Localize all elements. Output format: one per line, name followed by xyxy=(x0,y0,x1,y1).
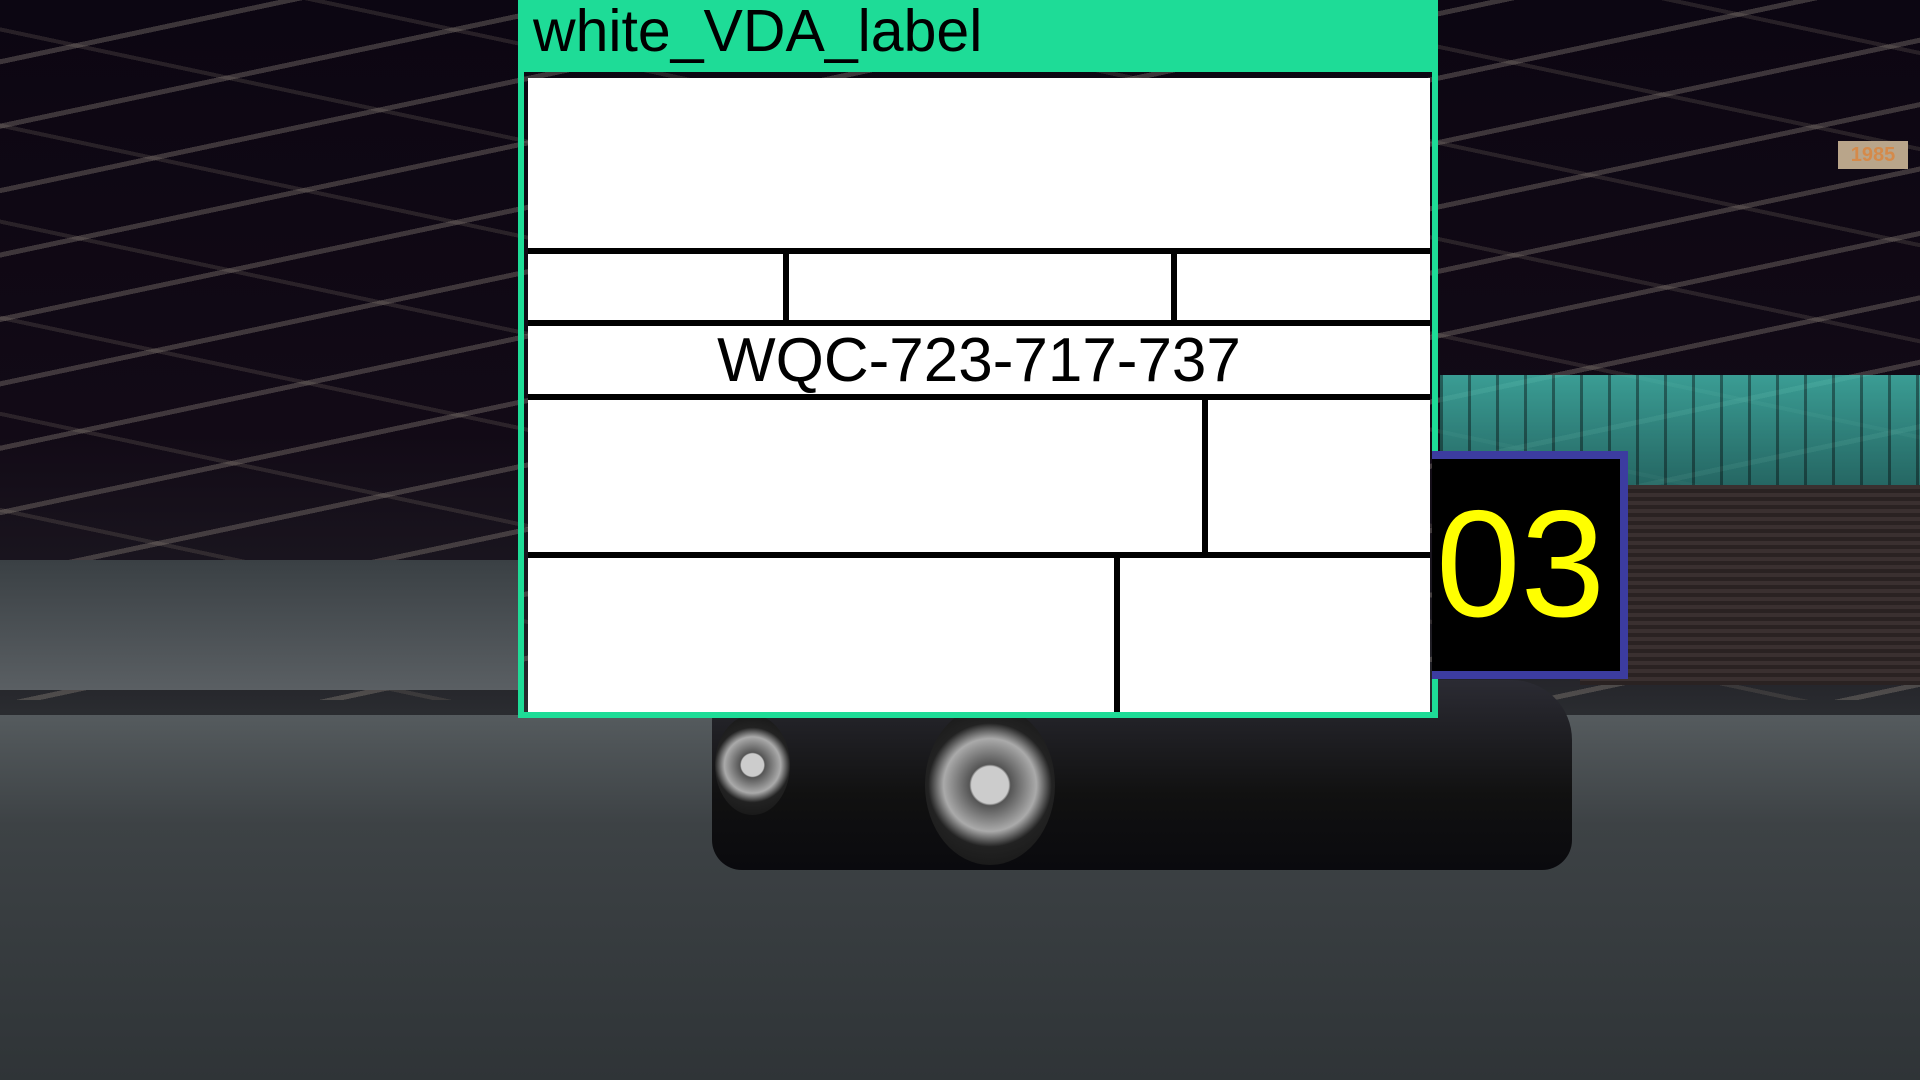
label-divider xyxy=(528,394,1430,400)
roller-shutters xyxy=(1580,485,1920,685)
car-wheel-front xyxy=(925,705,1055,865)
label-divider xyxy=(783,251,789,323)
back-wall xyxy=(0,560,520,690)
label-code: WQC-723-717-737 xyxy=(717,326,1241,395)
wall-sign: 1985 xyxy=(1838,141,1908,169)
label-divider xyxy=(1202,397,1208,555)
label-divider xyxy=(1171,251,1177,323)
label-divider xyxy=(528,248,1430,254)
id-number: 03 xyxy=(1436,479,1606,649)
vda-label: WQC-723-717-737 xyxy=(528,78,1430,712)
id-number-box: 03 xyxy=(1432,451,1628,679)
label-divider xyxy=(1114,555,1120,712)
car-wheel-rear xyxy=(715,715,790,815)
label-divider xyxy=(528,552,1430,558)
